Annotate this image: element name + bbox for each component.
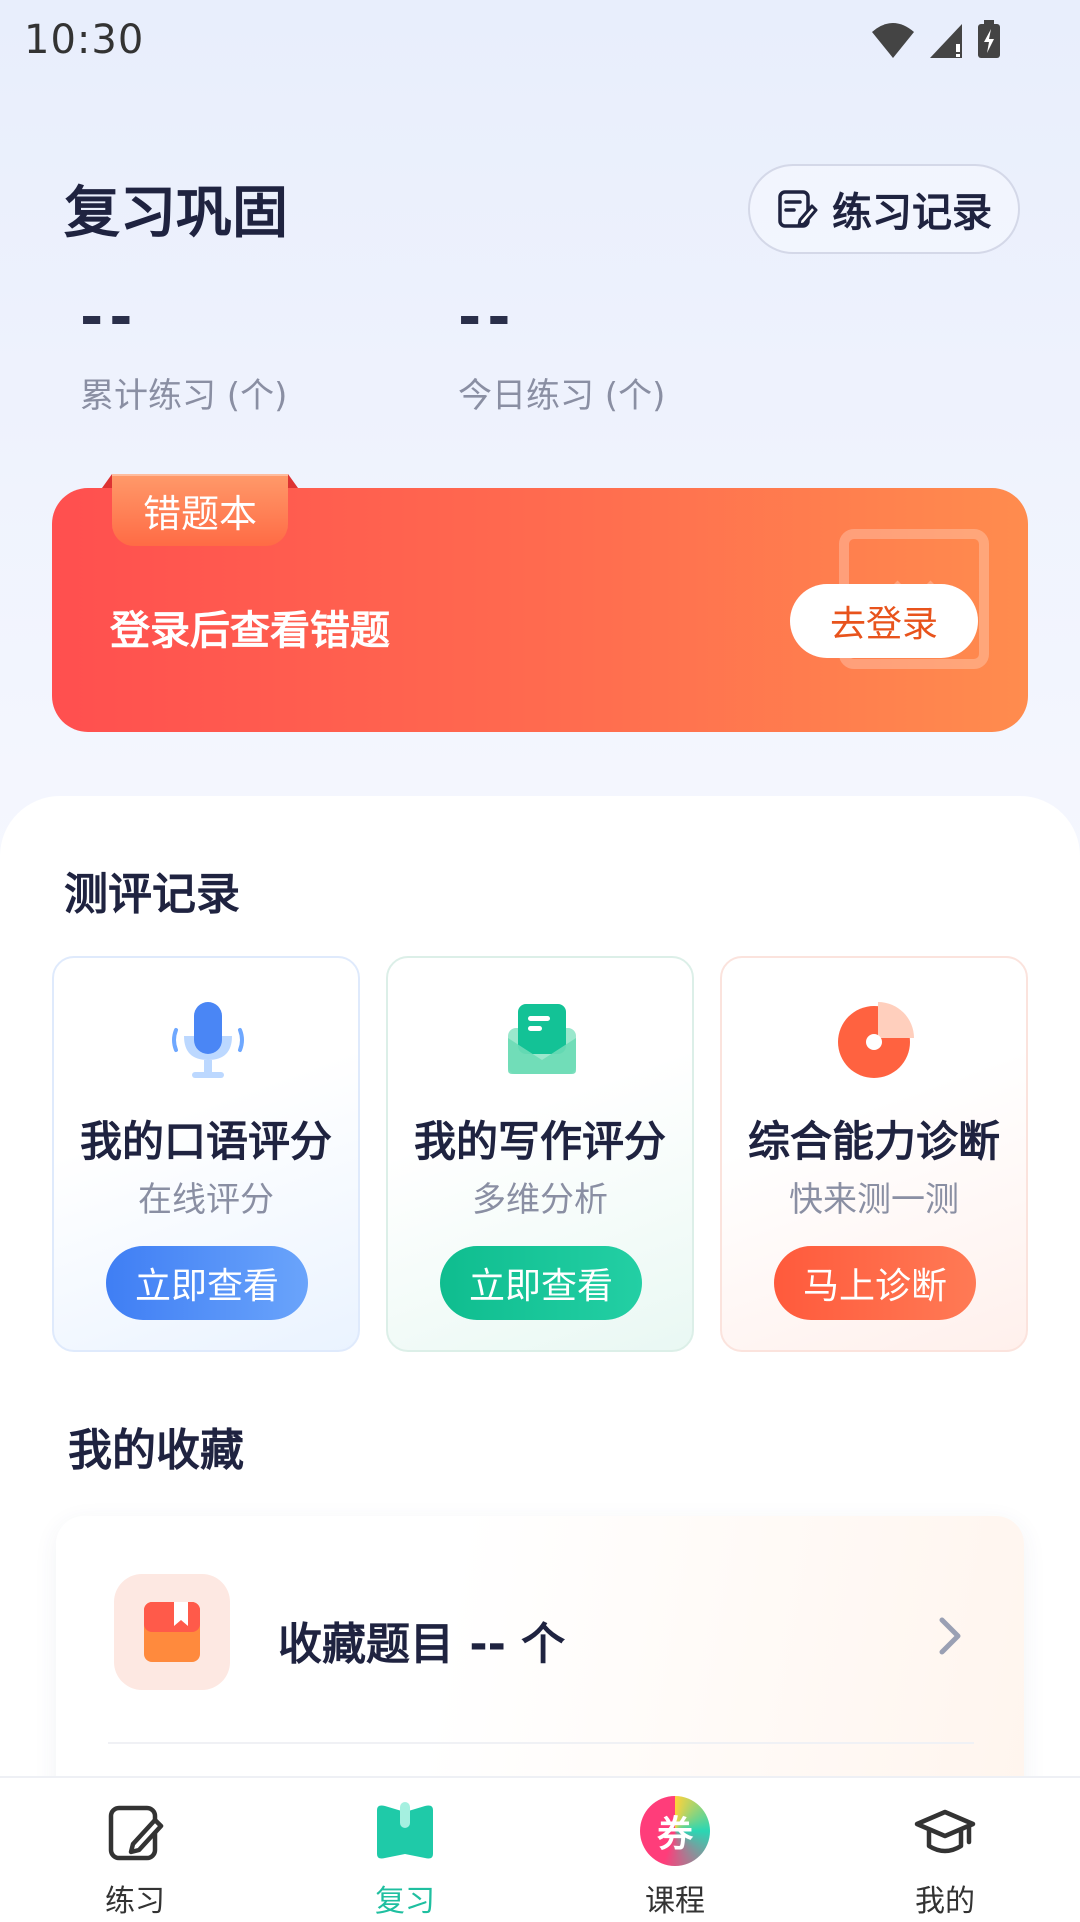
login-button[interactable]: 去登录 (790, 584, 978, 658)
nav-course-label: 课程 (645, 1884, 705, 1919)
error-book-card[interactable]: 错题本 登录后查看错题 去登录 (52, 474, 1028, 732)
coupon-icon: 券 (640, 1796, 710, 1866)
edit-record-icon (778, 190, 818, 228)
signal-icon (930, 24, 962, 58)
diagnose-now-button[interactable]: 马上诊断 (774, 1246, 976, 1320)
favorites-divider (108, 1742, 974, 1744)
nav-practice-label: 练习 (105, 1884, 165, 1919)
favorites-card[interactable]: 收藏题目 -- 个 (56, 1516, 1024, 1816)
nav-mine-label: 我的 (915, 1884, 975, 1919)
stat-today-value: -- (458, 285, 517, 350)
practice-icon (108, 1805, 164, 1861)
ability-diagnosis-subtitle: 快来测一测 (789, 1180, 959, 1220)
review-book-icon (377, 1802, 433, 1859)
favorite-book-icon (114, 1574, 230, 1690)
writing-view-button[interactable]: 立即查看 (440, 1246, 642, 1320)
status-bar: 10:30 (0, 0, 1080, 80)
writing-score-card[interactable]: 我的写作评分 多维分析 立即查看 (386, 956, 694, 1352)
ability-diagnosis-title: 综合能力诊断 (747, 1117, 1000, 1166)
speaking-view-button[interactable]: 立即查看 (106, 1246, 308, 1320)
stat-today-label: 今日练习 (个) (458, 376, 666, 416)
status-icons (870, 20, 1002, 60)
graduation-cap-icon (914, 1809, 976, 1854)
evaluation-section-title: 测评记录 (64, 869, 240, 920)
coupon-badge-text: 券 (656, 1814, 693, 1855)
ability-diagnosis-card[interactable]: 综合能力诊断 快来测一测 马上诊断 (720, 956, 1028, 1352)
main-panel: 测评记录 我的口语评分 在线评分 立即查看 我的写作评分 多维分析 立即查看 综… (0, 796, 1080, 1920)
nav-review[interactable]: 复习 (270, 1778, 540, 1922)
page-title: 复习巩固 (64, 181, 288, 246)
bottom-navigation: 练习 复习 券 课程 我的 (0, 1776, 1080, 1922)
pie-chart-icon (838, 1002, 914, 1078)
error-book-message: 登录后查看错题 (110, 608, 390, 654)
nav-mine[interactable]: 我的 (810, 1778, 1080, 1922)
stat-today: -- 今日练习 (个) (458, 288, 665, 417)
stat-total-value: -- (80, 285, 139, 350)
favorite-questions-label: 收藏题目 -- 个 (278, 1619, 566, 1670)
nav-review-label: 复习 (375, 1884, 435, 1919)
practice-record-button[interactable]: 练习记录 (748, 164, 1020, 254)
favorites-section-title: 我的收藏 (68, 1425, 244, 1476)
wifi-icon (872, 23, 914, 58)
stat-total: -- 累计练习 (个) (80, 288, 287, 417)
writing-score-title: 我的写作评分 (413, 1117, 666, 1166)
speaking-score-title: 我的口语评分 (79, 1117, 332, 1166)
chevron-right-icon (939, 1617, 961, 1655)
nav-course[interactable]: 券 课程 (540, 1778, 810, 1922)
writing-score-subtitle: 多维分析 (472, 1180, 608, 1220)
microphone-icon (172, 1002, 244, 1078)
error-book-tag: 错题本 (102, 474, 298, 546)
speaking-score-subtitle: 在线评分 (138, 1180, 274, 1220)
nav-practice[interactable]: 练习 (0, 1778, 270, 1922)
envelope-icon (508, 1004, 576, 1074)
practice-record-label: 练习记录 (832, 190, 992, 236)
speaking-score-card[interactable]: 我的口语评分 在线评分 立即查看 (52, 956, 360, 1352)
status-time: 10:30 (24, 17, 145, 63)
battery-icon (978, 20, 1000, 58)
stat-total-label: 累计练习 (个) (80, 376, 288, 416)
